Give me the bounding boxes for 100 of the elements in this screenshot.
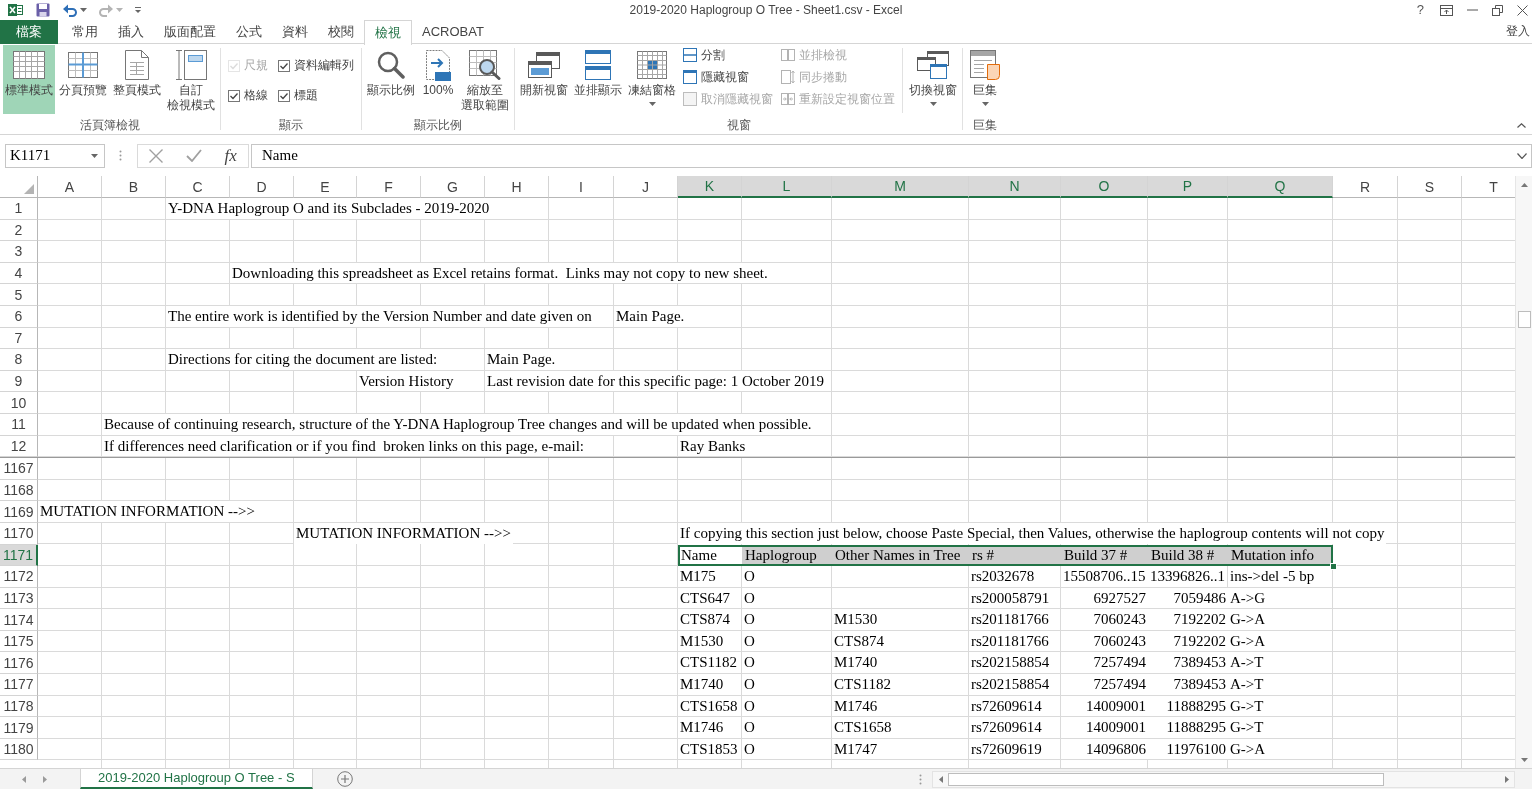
- vertical-scrollbar[interactable]: [1515, 176, 1532, 768]
- column-header[interactable]: B: [102, 176, 166, 198]
- vertical-dots-icon[interactable]: [119, 150, 122, 161]
- scrollbar-thumb[interactable]: [1517, 311, 1531, 328]
- right-arrow-icon[interactable]: [1504, 775, 1509, 783]
- row-header[interactable]: 12: [0, 435, 38, 458]
- bar-caret-icon[interactable]: [135, 7, 141, 13]
- column-header[interactable]: M: [832, 176, 969, 198]
- column-header[interactable]: G: [421, 176, 485, 198]
- left-arrow-icon[interactable]: [22, 775, 26, 783]
- ribbon-tab[interactable]: 檢視: [364, 20, 412, 45]
- close-icon[interactable]: [1517, 4, 1528, 16]
- ribbon-button[interactable]: 分頁預覽: [57, 45, 109, 114]
- ribbon-tab[interactable]: 版面配置: [154, 20, 226, 43]
- selected-cell[interactable]: Other Names in Tree: [832, 544, 969, 567]
- ribbon-tab[interactable]: 校閱: [318, 20, 364, 43]
- row-header[interactable]: 1172: [0, 566, 38, 588]
- row-header[interactable]: 1180: [0, 738, 38, 761]
- up-arrow-icon[interactable]: [1520, 182, 1528, 187]
- undo-icon[interactable]: [63, 3, 77, 17]
- scrollbar-thumb[interactable]: [948, 772, 1384, 786]
- column-header[interactable]: A: [38, 176, 102, 198]
- ribbon-button[interactable]: 開新視窗: [518, 45, 570, 114]
- row-header[interactable]: 1171: [0, 544, 38, 567]
- save-icon[interactable]: [36, 3, 50, 17]
- ribbon-button[interactable]: 縮放至 選取範圍: [459, 45, 511, 114]
- down-arrow-icon[interactable]: [1520, 757, 1528, 762]
- left-arrow-icon[interactable]: [938, 775, 943, 783]
- ribbon-button[interactable]: 並排顯示: [572, 45, 624, 114]
- column-header[interactable]: L: [742, 176, 832, 198]
- checkbox-label[interactable]: 格線: [244, 87, 268, 104]
- column-header[interactable]: O: [1061, 176, 1148, 198]
- checkbox[interactable]: [278, 89, 290, 102]
- caret-up-icon[interactable]: [1517, 123, 1526, 128]
- row-header[interactable]: 1168: [0, 479, 38, 502]
- ribbon-button[interactable]: 自訂 檢視模式: [165, 45, 217, 114]
- ribbon-tab[interactable]: ACROBAT: [412, 20, 494, 43]
- active-cell[interactable]: Name: [678, 544, 742, 567]
- column-header[interactable]: C: [166, 176, 230, 198]
- tick-icon[interactable]: [185, 149, 202, 162]
- column-header[interactable]: H: [485, 176, 549, 198]
- ribbon-tab[interactable]: 公式: [226, 20, 272, 43]
- ribbon-button[interactable]: 整頁模式: [111, 45, 163, 114]
- row-header[interactable]: 1173: [0, 587, 38, 610]
- column-header[interactable]: D: [230, 176, 294, 198]
- row-header[interactable]: 1167: [0, 458, 38, 480]
- ribbon-button[interactable]: 隱藏視窗: [680, 66, 776, 88]
- sheet-tab[interactable]: 2019-2020 Haplogroup O Tree - S: [80, 769, 313, 789]
- ribbon-tab[interactable]: 插入: [108, 20, 154, 43]
- column-header[interactable]: F: [357, 176, 421, 198]
- ribbon-button[interactable]: 分割: [680, 44, 776, 66]
- insert-function-button[interactable]: fx: [224, 145, 237, 166]
- row-header[interactable]: 1: [0, 198, 38, 220]
- column-header[interactable]: S: [1398, 176, 1462, 198]
- help-button[interactable]: ?: [1414, 0, 1426, 20]
- row-header[interactable]: 1177: [0, 674, 38, 696]
- sign-in-link[interactable]: 登入: [1506, 20, 1532, 43]
- row-header[interactable]: 1176: [0, 652, 38, 675]
- ribbon-button[interactable]: 凍結窗格: [626, 45, 678, 114]
- row-header[interactable]: 1169: [0, 501, 38, 523]
- ribbon-tab[interactable]: 資料: [272, 20, 318, 43]
- ribbon-button[interactable]: 切換視窗: [907, 45, 959, 114]
- column-header[interactable]: K: [678, 176, 742, 198]
- restore-icon[interactable]: [1492, 4, 1503, 16]
- name-box[interactable]: K1171: [5, 143, 105, 168]
- row-header[interactable]: 3: [0, 241, 38, 263]
- ribbon-button[interactable]: 標準模式: [3, 45, 55, 114]
- column-header[interactable]: N: [969, 176, 1061, 198]
- formula-field[interactable]: Name: [251, 143, 1532, 168]
- row-header[interactable]: 5: [0, 284, 38, 306]
- caret-icon[interactable]: [1517, 152, 1527, 159]
- row-header[interactable]: 7: [0, 327, 38, 350]
- caret-icon[interactable]: [80, 8, 87, 12]
- column-header[interactable]: J: [614, 176, 678, 198]
- column-header[interactable]: P: [1148, 176, 1228, 198]
- ribbon-display-icon[interactable]: [1440, 4, 1453, 16]
- ribbon-button[interactable]: 100%: [419, 45, 457, 114]
- column-header[interactable]: E: [294, 176, 357, 198]
- right-arrow-icon[interactable]: [43, 775, 47, 783]
- row-header[interactable]: 11: [0, 413, 38, 436]
- cross-icon[interactable]: [149, 148, 164, 163]
- horizontal-scrollbar[interactable]: [932, 770, 1515, 788]
- ribbon-tab[interactable]: 常用: [62, 20, 108, 43]
- row-header[interactable]: 1178: [0, 695, 38, 718]
- selected-cell[interactable]: Build 38 #: [1148, 544, 1228, 567]
- selected-cell[interactable]: Haplogroup: [742, 544, 832, 567]
- column-header[interactable]: I: [549, 176, 614, 198]
- row-header[interactable]: 1170: [0, 522, 38, 545]
- handle-icon[interactable]: [1330, 563, 1337, 571]
- row-header[interactable]: 6: [0, 305, 38, 328]
- row-header[interactable]: 4: [0, 262, 38, 285]
- row-header[interactable]: 9: [0, 370, 38, 393]
- row-header[interactable]: 1174: [0, 609, 38, 631]
- row-header[interactable]: 1179: [0, 717, 38, 739]
- row-header[interactable]: 1175: [0, 630, 38, 653]
- vertical-dots-icon[interactable]: [919, 773, 922, 785]
- row-header[interactable]: 10: [0, 392, 38, 414]
- ribbon-button[interactable]: 巨集: [966, 45, 1004, 114]
- row-header[interactable]: 2: [0, 219, 38, 242]
- selected-cell[interactable]: rs #: [969, 544, 1061, 567]
